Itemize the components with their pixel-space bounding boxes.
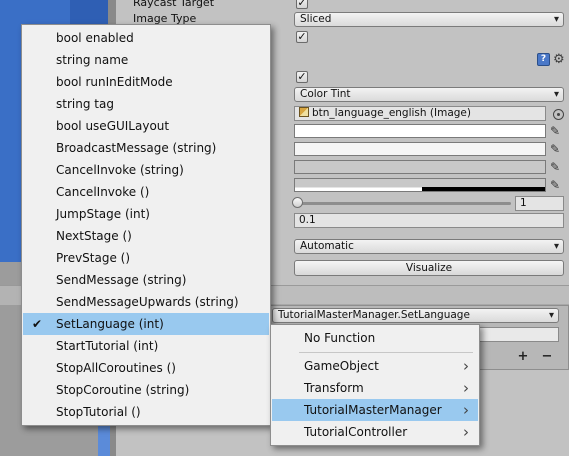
highlighted-color-swatch[interactable] <box>294 142 546 156</box>
function-value: TutorialMasterManager.SetLanguage <box>278 309 470 321</box>
menu-item[interactable]: StopTutorial () <box>23 401 269 423</box>
menu-item-label: string tag <box>56 97 114 111</box>
menu-item[interactable]: bool enabled <box>23 27 269 49</box>
dropdown-arrow-icon: ▾ <box>553 89 559 100</box>
chevron-right-icon: › <box>463 379 469 397</box>
menu-item-label: JumpStage (int) <box>56 207 150 221</box>
onclick-header <box>270 285 569 305</box>
dropdown-arrow-icon: ▾ <box>553 14 559 25</box>
submenu-item-label: No Function <box>304 331 376 345</box>
menu-item-label: CancelInvoke () <box>56 185 150 199</box>
menu-item[interactable]: SendMessageUpwards (string) <box>23 291 269 313</box>
function-dropdown[interactable]: TutorialMasterManager.SetLanguage ▾ <box>272 308 559 323</box>
gear-icon[interactable]: ⚙ <box>553 53 566 66</box>
image-type-dropdown[interactable]: Sliced ▾ <box>294 12 564 27</box>
eyedropper-icon[interactable]: ✎ <box>550 178 564 192</box>
menu-item-label: SendMessage (string) <box>56 273 187 287</box>
color-multiplier-slider[interactable] <box>297 202 511 205</box>
menu-item[interactable]: bool runInEditMode <box>23 71 269 93</box>
menu-item[interactable]: ✔ SetLanguage (int) <box>23 313 269 335</box>
raycast-target-checkbox[interactable]: ✓ <box>296 0 308 9</box>
component-menu: No Function GameObject › Transform › Tutorial… <box>270 324 480 446</box>
menu-separator <box>299 352 473 353</box>
checkmark-icon: ✔ <box>32 317 43 331</box>
menu-item[interactable]: string name <box>23 49 269 71</box>
menu-item-label: string name <box>56 53 129 67</box>
argument-field[interactable] <box>479 327 559 342</box>
chevron-right-icon: › <box>463 357 469 375</box>
fill-center-checkbox[interactable]: ✓ <box>296 31 308 43</box>
color-multiplier-field[interactable]: 1 <box>515 196 564 211</box>
menu-item-label: bool enabled <box>56 31 134 45</box>
menu-item[interactable]: PrevStage () <box>23 247 269 269</box>
slider-handle[interactable] <box>292 197 303 208</box>
chevron-right-icon: › <box>463 423 469 441</box>
object-picker-icon[interactable] <box>553 109 564 120</box>
submenu-item-label: Transform <box>304 381 364 395</box>
method-menu: bool enabled string name bool runInEditMod… <box>21 24 271 426</box>
navigation-dropdown[interactable]: Automatic ▾ <box>294 239 564 254</box>
eyedropper-icon[interactable]: ✎ <box>550 160 564 174</box>
menu-item-label: StartTutorial (int) <box>56 339 159 353</box>
image-object-icon <box>299 107 309 117</box>
normal-color-swatch[interactable] <box>294 124 546 138</box>
menu-item[interactable]: BroadcastMessage (string) <box>23 137 269 159</box>
submenu-item-label: TutorialMasterManager <box>304 403 442 417</box>
submenu-item-label: GameObject <box>304 359 379 373</box>
menu-item-label: bool runInEditMode <box>56 75 173 89</box>
menu-item[interactable]: bool useGUILayout <box>23 115 269 137</box>
eyedropper-icon[interactable]: ✎ <box>550 124 564 138</box>
submenu-item[interactable]: TutorialMasterManager › <box>272 399 478 421</box>
chevron-right-icon: › <box>463 401 469 419</box>
menu-item-label: PrevStage () <box>56 251 131 265</box>
menu-item-label: StopAllCoroutines () <box>56 361 176 375</box>
submenu-item[interactable]: No Function <box>272 327 478 349</box>
menu-item[interactable]: SendMessage (string) <box>23 269 269 291</box>
menu-item-label: bool useGUILayout <box>56 119 170 133</box>
submenu-item[interactable]: TutorialController › <box>272 421 478 443</box>
dropdown-arrow-icon: ▾ <box>553 241 559 252</box>
menu-item[interactable]: NextStage () <box>23 225 269 247</box>
eyedropper-icon[interactable]: ✎ <box>550 142 564 156</box>
remove-listener-button[interactable]: − <box>538 350 556 365</box>
menu-item-label: NextStage () <box>56 229 132 243</box>
menu-item-label: CancelInvoke (string) <box>56 163 184 177</box>
menu-item[interactable]: CancelInvoke (string) <box>23 159 269 181</box>
navigation-value: Automatic <box>300 240 354 252</box>
dropdown-arrow-icon: ▾ <box>548 310 554 321</box>
transition-value: Color Tint <box>300 88 351 100</box>
submenu-item[interactable]: GameObject › <box>272 355 478 377</box>
menu-item[interactable]: JumpStage (int) <box>23 203 269 225</box>
fade-duration-field[interactable]: 0.1 <box>294 213 564 228</box>
target-graphic-field[interactable]: btn_language_english (Image) <box>294 106 546 121</box>
menu-item-label: StopCoroutine (string) <box>56 383 190 397</box>
menu-item[interactable]: StartTutorial (int) <box>23 335 269 357</box>
menu-item-label: StopTutorial () <box>56 405 141 419</box>
menu-item[interactable]: StopAllCoroutines () <box>23 357 269 379</box>
menu-item-label: BroadcastMessage (string) <box>56 141 217 155</box>
transition-dropdown[interactable]: Color Tint ▾ <box>294 87 564 102</box>
disabled-color-swatch[interactable] <box>294 178 546 192</box>
raycast-target-label: Raycast Target <box>133 0 215 9</box>
target-graphic-value: btn_language_english (Image) <box>312 107 471 119</box>
add-listener-button[interactable]: + <box>514 350 532 365</box>
menu-item-label: SendMessageUpwards (string) <box>56 295 239 309</box>
interactable-checkbox[interactable]: ✓ <box>296 71 308 83</box>
alpha-bar <box>422 187 545 191</box>
menu-item[interactable]: string tag <box>23 93 269 115</box>
submenu-item-label: TutorialController <box>304 425 408 439</box>
help-icon[interactable]: ? <box>537 53 550 66</box>
image-type-value: Sliced <box>300 13 332 25</box>
visualize-button[interactable]: Visualize <box>294 260 564 276</box>
menu-item[interactable]: StopCoroutine (string) <box>23 379 269 401</box>
submenu-item[interactable]: Transform › <box>272 377 478 399</box>
menu-item-label: SetLanguage (int) <box>56 317 164 331</box>
menu-item[interactable]: CancelInvoke () <box>23 181 269 203</box>
pressed-color-swatch[interactable] <box>294 160 546 174</box>
